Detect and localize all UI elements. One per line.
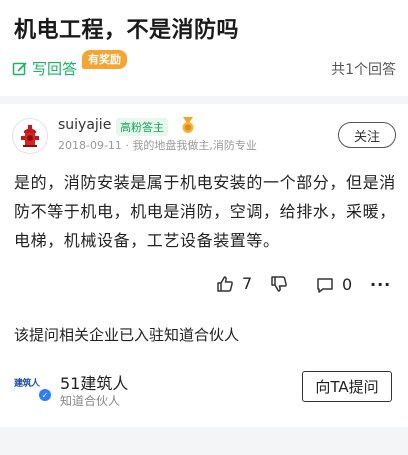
answer-meta: 2018-09-11 · 我的地盘我做主,消防专业 — [58, 137, 257, 153]
title-badge: 高粉答主 — [116, 118, 168, 136]
thumbs-up-icon — [217, 275, 233, 292]
author-bio: 我的地盘我做主,消防专业 — [132, 139, 257, 152]
follow-button[interactable]: 关注 — [338, 122, 396, 148]
avatar[interactable] — [12, 118, 48, 154]
section-divider-bottom — [0, 427, 408, 455]
verified-check-icon: ✓ — [39, 389, 51, 401]
answer-text: 是的，消防安装是属于机电安装的一个部分，但是消防不等于机电，机电是消防，空调，给… — [14, 173, 396, 250]
company-subtitle: 知道合伙人 — [60, 394, 121, 408]
company-logo-text: 建筑人 — [14, 379, 40, 389]
meta-separator: · — [125, 139, 129, 152]
company-logo[interactable]: 建筑人 ✓ — [14, 370, 51, 406]
answer-date: 2018-09-11 — [58, 139, 122, 152]
dislike-button[interactable] — [270, 275, 288, 293]
write-answer-label: 写回答 — [32, 60, 78, 78]
write-answer-button[interactable]: 写回答 — [12, 58, 77, 79]
reward-badge: 有奖励 — [82, 50, 127, 69]
company-name[interactable]: 51建筑人 — [60, 370, 128, 394]
question-title: 机电工程，不是消防吗 — [14, 18, 240, 43]
like-button[interactable]: 7 — [216, 274, 252, 293]
comment-button[interactable]: 0 — [316, 275, 352, 294]
fire-hydrant-icon — [21, 125, 39, 147]
thumbs-down-icon — [271, 276, 287, 292]
comment-icon — [317, 277, 333, 293]
medal-icon — [182, 117, 194, 133]
more-options-icon[interactable]: ··· — [370, 275, 391, 294]
answer-count: 共1个回答 — [331, 62, 396, 78]
username[interactable]: suiyajie — [58, 117, 111, 133]
section-divider — [0, 96, 408, 104]
edit-icon — [12, 61, 27, 75]
ask-ta-button[interactable]: 向TA提问 — [302, 371, 392, 402]
company-note: 该提问相关企业已入驻知道合伙人 — [14, 326, 240, 344]
like-count: 7 — [242, 274, 253, 293]
comment-count: 0 — [342, 275, 353, 294]
